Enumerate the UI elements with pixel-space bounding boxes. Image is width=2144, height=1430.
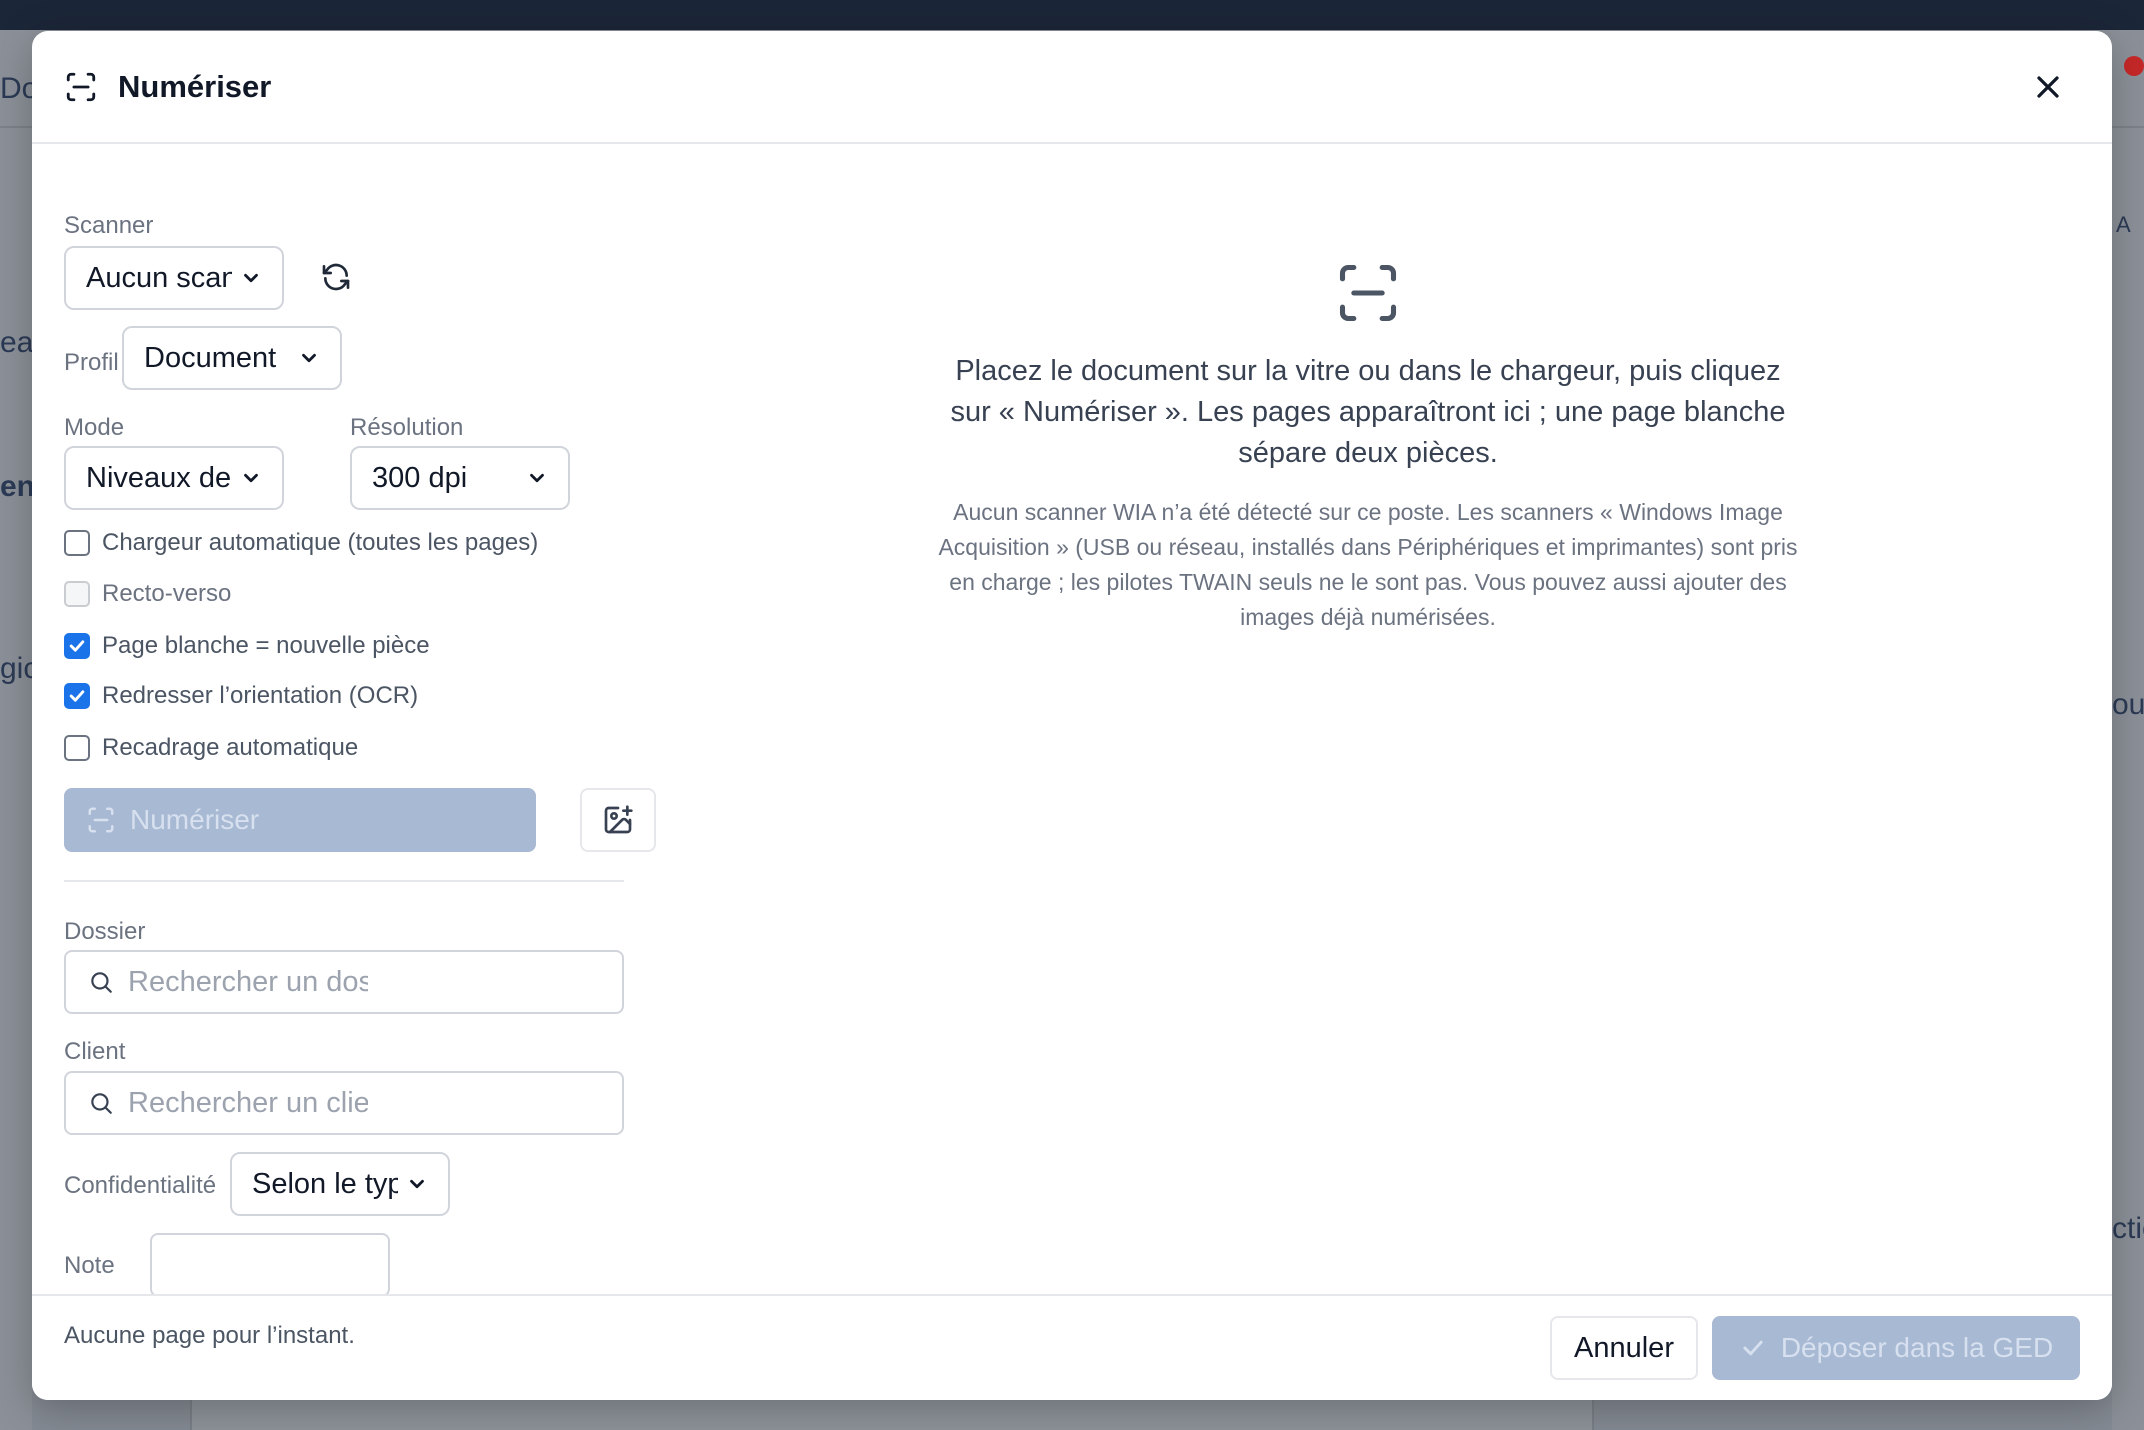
blank-page-checkbox[interactable] — [64, 633, 90, 659]
cancel-button[interactable]: Annuler — [1550, 1316, 1698, 1380]
note-input[interactable] — [150, 1233, 390, 1297]
check-icon — [1743, 1340, 1763, 1356]
bg-text-fragment: our — [2112, 688, 2144, 721]
chevron-down-icon — [244, 273, 258, 283]
chevron-down-icon — [244, 473, 258, 483]
chevron-down-icon — [302, 353, 316, 363]
note-label: Note — [64, 1252, 115, 1279]
scan-icon — [66, 72, 96, 101]
ocr-orientation-checkbox[interactable] — [64, 683, 90, 709]
deposit-ged-button[interactable]: Déposer dans la GED — [1712, 1316, 2080, 1380]
confidentiality-select[interactable]: Selon le type — [230, 1152, 450, 1216]
scan-placeholder-icon — [1339, 264, 1397, 322]
app-left-column — [0, 128, 32, 1430]
auto-feeder-checkbox[interactable] — [64, 530, 90, 556]
bg-text-fragment: Do — [0, 72, 32, 105]
modal-footer: Aucune page pour l’instant. Annuler Dépo… — [32, 1294, 2112, 1400]
profile-select-value: Document — [144, 341, 277, 374]
option-label: Recto-verso — [102, 580, 232, 607]
chevron-down-icon — [410, 1179, 424, 1189]
scanner-select[interactable]: Aucun scanner — [64, 246, 284, 310]
deposit-ged-label: Déposer dans la GED — [1780, 1332, 2054, 1363]
mode-label: Mode — [64, 414, 125, 441]
section-divider — [64, 880, 624, 882]
folder-search-field[interactable] — [64, 950, 624, 1014]
image-plus-icon — [604, 805, 633, 834]
scanner-select-value: Aucun scanner — [86, 261, 232, 294]
option-duplex[interactable]: Recto-verso — [64, 580, 231, 608]
confidentiality-label: Confidentialité — [64, 1172, 217, 1199]
resolution-select-value: 300 dpi — [372, 461, 468, 494]
preview-instructions: Placez le document sur la vitre ou dans … — [950, 355, 1786, 469]
option-auto-crop[interactable]: Recadrage automatique — [64, 734, 358, 762]
notification-badge — [2124, 56, 2144, 76]
option-blank-page-separator[interactable]: Page blanche = nouvelle pièce — [64, 632, 430, 660]
option-label: Page blanche = nouvelle pièce — [102, 632, 430, 659]
bg-text-fragment: gic — [0, 652, 32, 685]
modal-title: Numériser — [118, 68, 272, 104]
checkmark-icon — [69, 690, 85, 702]
search-icon — [91, 1093, 112, 1114]
bg-text-fragment: eau — [0, 326, 32, 359]
add-images-button[interactable] — [580, 788, 656, 852]
refresh-scanners-button[interactable] — [318, 260, 354, 296]
scan-icon — [88, 807, 114, 833]
preview-scanner-info: Aucun scanner WIA n’a été détecté sur ce… — [938, 499, 1798, 630]
bg-text-fragment: ctio — [2112, 1212, 2144, 1245]
folder-label: Dossier — [64, 918, 146, 945]
resolution-label: Résolution — [350, 414, 464, 441]
modal-header: Numériser — [32, 31, 2112, 144]
auto-crop-checkbox[interactable] — [64, 735, 90, 761]
scan-button[interactable]: Numériser — [64, 788, 536, 852]
close-icon — [2037, 76, 2059, 98]
confidentiality-select-value: Selon le type — [252, 1167, 398, 1200]
bg-text-fragment: ent — [0, 470, 32, 503]
app-top-bar — [0, 0, 2144, 30]
close-button[interactable] — [2030, 69, 2066, 105]
scan-modal: Numériser Scanner Aucun scanner Profil D… — [32, 31, 2112, 1400]
option-label: Redresser l’orientation (OCR) — [102, 682, 419, 709]
client-label: Client — [64, 1038, 126, 1065]
option-label: Chargeur automatique (toutes les pages) — [102, 529, 539, 556]
chevron-down-icon — [530, 473, 544, 483]
option-auto-feeder[interactable]: Chargeur automatique (toutes les pages) — [64, 529, 538, 557]
checkmark-icon — [69, 640, 85, 652]
option-ocr-orientation[interactable]: Redresser l’orientation (OCR) — [64, 682, 418, 710]
mode-select[interactable]: Niveaux de gris — [64, 446, 284, 510]
bg-text-fragment: A — [2116, 212, 2131, 237]
mode-select-value: Niveaux de gris — [86, 461, 232, 494]
profile-select[interactable]: Document — [122, 326, 342, 390]
profile-label: Profil — [64, 349, 119, 376]
scan-button-label: Numériser — [130, 804, 260, 835]
client-search-field[interactable] — [64, 1071, 624, 1135]
page-count-status: Aucune page pour l’instant. — [64, 1322, 355, 1349]
folder-search-input[interactable] — [128, 965, 368, 999]
scanner-label: Scanner — [64, 212, 154, 239]
option-label: Recadrage automatique — [102, 734, 359, 761]
resolution-select[interactable]: 300 dpi — [350, 446, 570, 510]
client-search-input[interactable] — [128, 1086, 368, 1120]
duplex-checkbox[interactable] — [64, 581, 90, 607]
refresh-icon — [322, 263, 350, 290]
search-icon — [91, 972, 112, 993]
